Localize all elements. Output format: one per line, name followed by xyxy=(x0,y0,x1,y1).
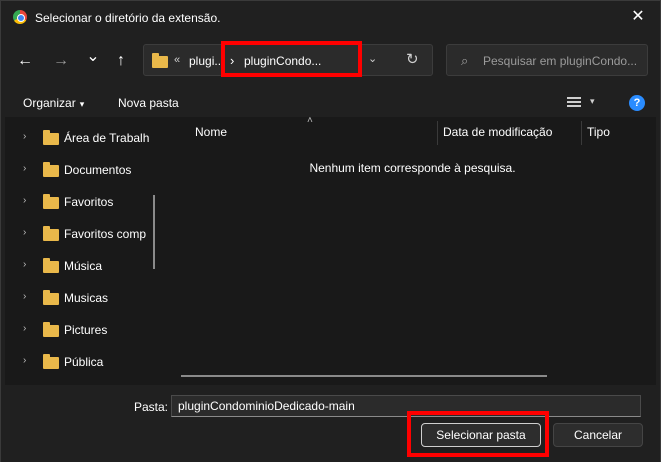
file-list: ˄ Nome Data de modificação Tipo Nenhum i… xyxy=(165,115,656,385)
address-dropdown-icon[interactable]: ⌄ xyxy=(368,52,377,65)
chevron-right-icon[interactable]: › xyxy=(23,355,26,366)
sidebar-item-label: Área de Trabalh xyxy=(64,131,150,145)
forward-icon[interactable]: → xyxy=(49,49,73,73)
recent-dropdown-icon[interactable]: ⌄ xyxy=(81,45,105,69)
search-input[interactable] xyxy=(483,52,643,70)
folder-icon xyxy=(43,194,59,209)
column-header-name[interactable]: Nome xyxy=(195,125,227,139)
sidebar-item-label: Documentos xyxy=(64,163,132,177)
sidebar-item-publica[interactable]: › Pública xyxy=(5,345,157,377)
breadcrumb-item[interactable]: plugi... xyxy=(189,54,224,68)
folder-icon xyxy=(43,130,59,145)
window-title: Selecionar o diretório da extensão. xyxy=(35,11,221,25)
empty-state-message: Nenhum item corresponde à pesquisa. xyxy=(309,161,516,175)
organize-label: Organizar xyxy=(23,96,76,110)
column-header-type[interactable]: Tipo xyxy=(587,125,610,139)
chevron-right-icon[interactable]: › xyxy=(23,227,26,238)
column-divider[interactable] xyxy=(437,121,438,145)
sidebar-scrollbar[interactable] xyxy=(153,195,155,269)
folder-icon xyxy=(43,226,59,241)
title-bar: Selecionar o diretório da extensão. ✕ xyxy=(1,1,660,33)
chevron-down-icon: ▾ xyxy=(79,99,85,109)
column-divider[interactable] xyxy=(581,121,582,145)
refresh-icon[interactable]: ↻ xyxy=(406,50,419,68)
folder-icon xyxy=(43,290,59,305)
chevron-right-icon[interactable]: › xyxy=(23,291,26,302)
sidebar-item-musicas[interactable]: › Musicas xyxy=(5,281,157,313)
up-icon[interactable]: ↑ xyxy=(109,49,133,73)
folder-icon xyxy=(43,258,59,273)
help-icon[interactable]: ? xyxy=(629,95,645,111)
sidebar-item-label: Musicas xyxy=(64,291,109,305)
app-icon xyxy=(13,10,27,24)
chevron-right-icon[interactable]: › xyxy=(23,163,26,174)
sort-ascending-icon: ˄ xyxy=(307,115,313,126)
view-dropdown-icon[interactable]: ▾ xyxy=(590,96,595,107)
sidebar-item-label: Música xyxy=(64,259,103,273)
navigation-pane: › Área de Trabalh › Documentos › Favorit… xyxy=(5,117,157,385)
cancel-button[interactable]: Cancelar xyxy=(553,423,643,447)
new-folder-button[interactable]: Nova pasta xyxy=(118,96,179,110)
folder-name-field[interactable] xyxy=(171,395,641,417)
folder-icon xyxy=(43,162,59,177)
sidebar-item-label: Pictures xyxy=(64,323,108,337)
search-box[interactable]: ⌕ xyxy=(446,44,648,76)
organize-button[interactable]: Organizar ▾ xyxy=(23,96,84,110)
view-icon[interactable] xyxy=(567,97,581,109)
folder-icon xyxy=(43,322,59,337)
dialog-footer: Pasta: Selecionar pasta Cancelar xyxy=(1,385,660,462)
chevron-right-icon[interactable]: › xyxy=(23,131,26,142)
highlight-annotation-select-button xyxy=(407,411,549,457)
sidebar-item-favoritos[interactable]: › Favoritos xyxy=(5,185,157,217)
highlight-annotation-breadcrumb xyxy=(221,41,362,77)
folder-icon xyxy=(152,53,168,68)
sidebar-item-favoritos-compartilhados[interactable]: › Favoritos comp xyxy=(5,217,157,249)
sidebar-item-label: Favoritos xyxy=(64,195,114,209)
search-icon: ⌕ xyxy=(461,53,469,68)
horizontal-scrollbar[interactable] xyxy=(181,375,547,377)
toolbar: Organizar ▾ Nova pasta ▾ ? xyxy=(1,89,660,117)
folder-picker-dialog: Selecionar o diretório da extensão. ✕ ← … xyxy=(0,0,661,462)
chevron-right-icon[interactable]: › xyxy=(23,259,26,270)
breadcrumb-overflow[interactable]: « xyxy=(174,54,180,66)
sidebar-item-area-de-trabalho[interactable]: › Área de Trabalh xyxy=(5,121,157,153)
folder-field-label: Pasta: xyxy=(134,400,169,414)
close-icon[interactable]: ✕ xyxy=(624,5,652,29)
chevron-right-icon[interactable]: › xyxy=(23,323,26,334)
sidebar-item-label: Pública xyxy=(64,355,104,369)
browser-body: › Área de Trabalh › Documentos › Favorit… xyxy=(5,115,656,385)
folder-icon xyxy=(43,354,59,369)
sidebar-item-label: Favoritos comp xyxy=(64,227,147,241)
sidebar-item-musica[interactable]: › Música xyxy=(5,249,157,281)
sidebar-item-pictures[interactable]: › Pictures xyxy=(5,313,157,345)
back-icon[interactable]: ← xyxy=(13,49,37,73)
column-header-date-modified[interactable]: Data de modificação xyxy=(443,125,552,139)
chevron-right-icon[interactable]: › xyxy=(23,195,26,206)
sidebar-item-documentos[interactable]: › Documentos xyxy=(5,153,157,185)
